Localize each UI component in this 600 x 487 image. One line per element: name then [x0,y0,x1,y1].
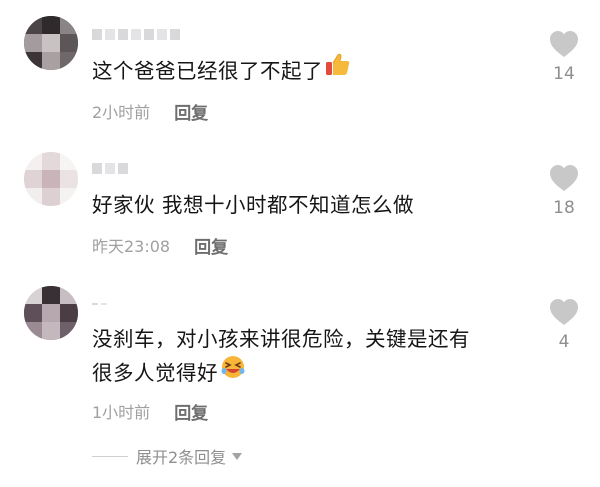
comment-meta: 昨天23:08 回复 [92,233,228,258]
avatar[interactable] [24,16,78,70]
heart-icon [550,165,578,191]
comment-text: 没刹车，对小孩来讲很危险，关键是还有 很多人觉得好 [92,322,470,391]
chevron-down-icon [232,452,243,460]
laughing-face-icon [220,355,246,389]
like-count: 14 [553,64,575,84]
thumbs-up-icon [325,53,351,87]
avatar[interactable] [24,286,78,340]
comment-text: 这个爸爸已经很了不起了 [92,53,351,89]
expand-replies-button[interactable]: 展开2条回复 [92,444,243,468]
divider [92,455,128,457]
comment-meta: 1小时前 回复 [92,399,208,424]
username[interactable] [92,26,180,42]
avatar[interactable] [24,152,78,206]
like-count: 18 [553,198,575,218]
reply-button[interactable]: 回复 [174,399,208,424]
like-button[interactable]: 4 [542,298,586,352]
reply-button[interactable]: 回复 [174,99,208,124]
like-button[interactable]: 18 [542,164,586,218]
heart-icon [550,299,578,325]
comment-time: 1小时前 [92,403,151,422]
comment-meta: 2小时前 回复 [92,99,208,124]
username[interactable] [92,296,107,312]
like-button[interactable]: 14 [542,30,586,84]
comment-time: 昨天23:08 [92,237,171,256]
heart-icon [550,31,578,57]
expand-replies-label: 展开2条回复 [136,448,227,467]
like-count: 4 [558,332,570,352]
reply-button[interactable]: 回复 [194,233,228,258]
username[interactable] [92,160,128,176]
comment-text: 好家伙 我想十小时都不知道怎么做 [92,193,415,217]
comment-time: 2小时前 [92,103,151,122]
